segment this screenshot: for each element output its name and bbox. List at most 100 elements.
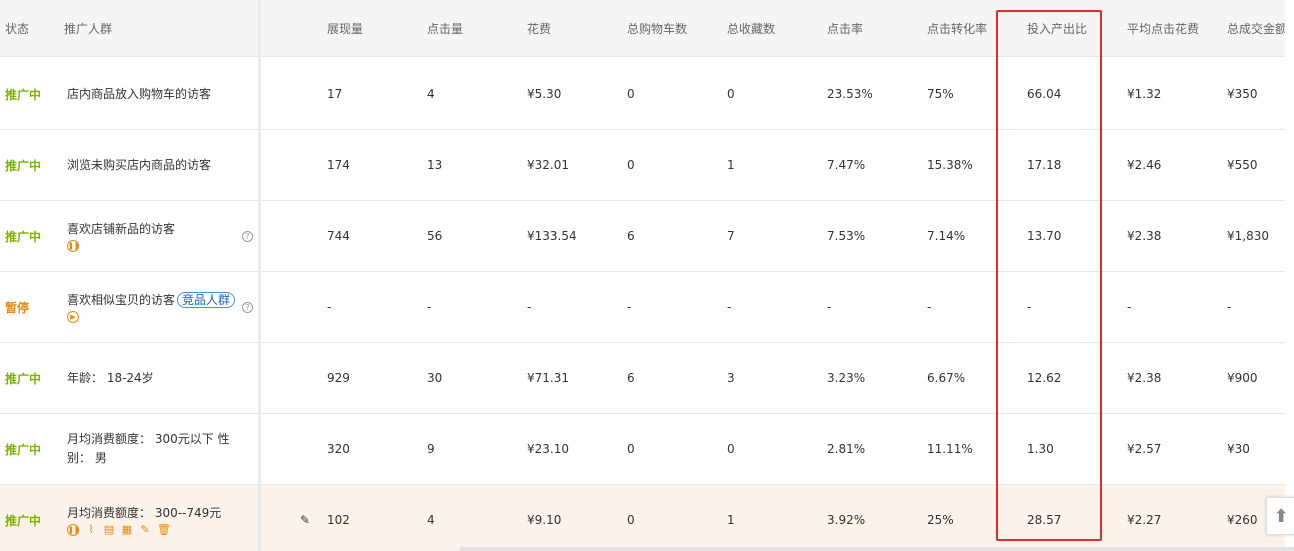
row-actions: ❚❚ (67, 240, 80, 252)
ctr-value: 23.53% (827, 87, 873, 101)
crowd-name: 浏览未购买店内商品的访客 (67, 130, 242, 200)
ctr-value: 7.53% (827, 229, 866, 243)
cost-value: ¥133.54 (527, 229, 577, 243)
cvr-value: 25% (927, 513, 954, 527)
cpc-value: ¥1.32 (1127, 87, 1162, 101)
roi-value: 66.04 (1027, 87, 1062, 101)
crowd-label: 月均消费额度： 300元以下 性别： 男 (67, 432, 230, 465)
crowd-label: 喜欢相似宝贝的访客 (67, 293, 176, 307)
table-header: 状态 推广人群 展现量 点击量 花费 总购物车数 总收藏数 点击率 点击转化率 … (0, 0, 1285, 57)
trend-chart-icon[interactable]: ⌇ (85, 524, 97, 536)
roi-value: 12.62 (1027, 371, 1062, 385)
col-cart[interactable]: 总购物车数 (627, 0, 687, 56)
cost-value: - (527, 300, 532, 314)
crowd-label: 月均消费额度： 300--749元 (67, 506, 222, 520)
crowd-label: 店内商品放入购物车的访客 (67, 86, 212, 101)
cost-value: ¥23.10 (527, 442, 569, 456)
clicks-value: 4 (427, 87, 435, 101)
clicks-value: 4 (427, 513, 435, 527)
ctr-value: 2.81% (827, 442, 866, 456)
favorites-value: - (727, 300, 732, 314)
crowd-name: 喜欢店铺新品的访客 ❚❚ (67, 201, 242, 271)
crowd-name: 年龄： 18-24岁 (67, 343, 242, 413)
competitor-tag: 竞品人群 (177, 292, 236, 308)
col-cvr[interactable]: 点击转化率 (927, 0, 987, 56)
col-favorites[interactable]: 总收藏数 (727, 0, 775, 56)
crowd-label: 年龄： 18-24岁 (67, 370, 154, 385)
roi-value: 13.70 (1027, 229, 1062, 243)
arrow-up-icon: ⬆ (1273, 505, 1289, 527)
cost-value: ¥9.10 (527, 513, 562, 527)
status-badge: 推广中 (5, 158, 42, 173)
cpc-value: ¥2.27 (1127, 513, 1162, 527)
status-badge: 推广中 (5, 513, 42, 528)
roi-value: 17.18 (1027, 158, 1062, 172)
ctr-value: - (827, 300, 832, 314)
roi-value: - (1027, 300, 1032, 314)
status-badge: 推广中 (5, 371, 42, 386)
impressions-value: 744 (327, 229, 350, 243)
help-icon[interactable]: ? (242, 230, 253, 242)
cpc-value: ¥2.57 (1127, 442, 1162, 456)
crowd-name: 店内商品放入购物车的访客 (67, 59, 242, 129)
table-row[interactable]: 推广中 月均消费额度： 300元以下 性别： 男 320 9 ¥23.10 0 … (0, 414, 1285, 485)
ctr-value: 3.92% (827, 513, 866, 527)
col-cost[interactable]: 花费 (527, 0, 551, 56)
table-row[interactable]: 暂停 喜欢相似宝贝的访客 竞品人群 ▶ ? - - - - - - - - - - (0, 272, 1285, 343)
cvr-value: 11.11% (927, 442, 973, 456)
cpc-value: - (1127, 300, 1132, 314)
col-impressions[interactable]: 展现量 (327, 0, 363, 56)
back-to-top-button[interactable]: ⬆ (1266, 497, 1294, 535)
gmv-value: ¥550 (1227, 158, 1258, 172)
roi-value: 1.30 (1027, 442, 1054, 456)
crowd-name: 喜欢相似宝贝的访客 竞品人群 ▶ (67, 272, 242, 342)
cvr-value: 7.14% (927, 229, 966, 243)
col-crowd[interactable]: 推广人群 (64, 0, 112, 56)
cart-value: 6 (627, 229, 635, 243)
edit-bid-icon[interactable]: ✎ (300, 485, 310, 551)
table-row[interactable]: 推广中 月均消费额度： 300--749元 ❚❚ ⌇ ▤ ▦ ✎ 🗑 ✎ 102… (0, 485, 1285, 551)
cart-value: - (627, 300, 632, 314)
cart-value: 0 (627, 158, 635, 172)
table-row[interactable]: 推广中 浏览未购买店内商品的访客 174 13 ¥32.01 0 1 7.47%… (0, 130, 1285, 201)
delete-icon[interactable]: 🗑 (157, 524, 171, 536)
cvr-value: 75% (927, 87, 954, 101)
gmv-value: - (1227, 300, 1232, 314)
cvr-value: 6.67% (927, 371, 966, 385)
cost-value: ¥71.31 (527, 371, 569, 385)
horizontal-scrollbar[interactable] (460, 547, 1294, 551)
cvr-value: - (927, 300, 932, 314)
col-ctr[interactable]: 点击率 (827, 0, 863, 56)
report-icon[interactable]: ▤ (103, 524, 115, 536)
pause-icon[interactable]: ❚❚ (67, 524, 80, 536)
status-badge: 推广中 (5, 87, 42, 102)
table-row[interactable]: 推广中 店内商品放入购物车的访客 17 4 ¥5.30 0 0 23.53% 7… (0, 59, 1285, 130)
clicks-value: 56 (427, 229, 443, 243)
favorites-value: 0 (727, 87, 735, 101)
impressions-value: 102 (327, 513, 350, 527)
col-cpc[interactable]: 平均点击花费 (1127, 0, 1199, 56)
ctr-value: 3.23% (827, 371, 866, 385)
cvr-value: 15.38% (927, 158, 973, 172)
edit-icon[interactable]: ✎ (139, 524, 151, 536)
favorites-value: 3 (727, 371, 735, 385)
roi-value: 28.57 (1027, 513, 1062, 527)
col-clicks[interactable]: 点击量 (427, 0, 463, 56)
pause-icon[interactable]: ❚❚ (67, 240, 80, 252)
cart-value: 0 (627, 513, 635, 527)
detail-icon[interactable]: ▦ (121, 524, 133, 536)
help-icon-wrap: ? (242, 272, 253, 342)
table-row[interactable]: 推广中 年龄： 18-24岁 929 30 ¥71.31 6 3 3.23% 6… (0, 343, 1285, 414)
gmv-value: ¥900 (1227, 371, 1258, 385)
col-roi[interactable]: 投入产出比 (1027, 0, 1087, 56)
cart-value: 0 (627, 442, 635, 456)
play-icon[interactable]: ▶ (67, 311, 79, 323)
col-status[interactable]: 状态 (5, 0, 29, 56)
cost-value: ¥32.01 (527, 158, 569, 172)
table-row[interactable]: 推广中 喜欢店铺新品的访客 ❚❚ ? 744 56 ¥133.54 6 7 7.… (0, 201, 1285, 272)
help-icon[interactable]: ? (242, 301, 253, 313)
cpc-value: ¥2.46 (1127, 158, 1162, 172)
row-actions: ❚❚ ⌇ ▤ ▦ ✎ 🗑 (67, 524, 171, 536)
col-gmv[interactable]: 总成交金额 (1227, 0, 1285, 56)
clicks-value: 13 (427, 158, 443, 172)
